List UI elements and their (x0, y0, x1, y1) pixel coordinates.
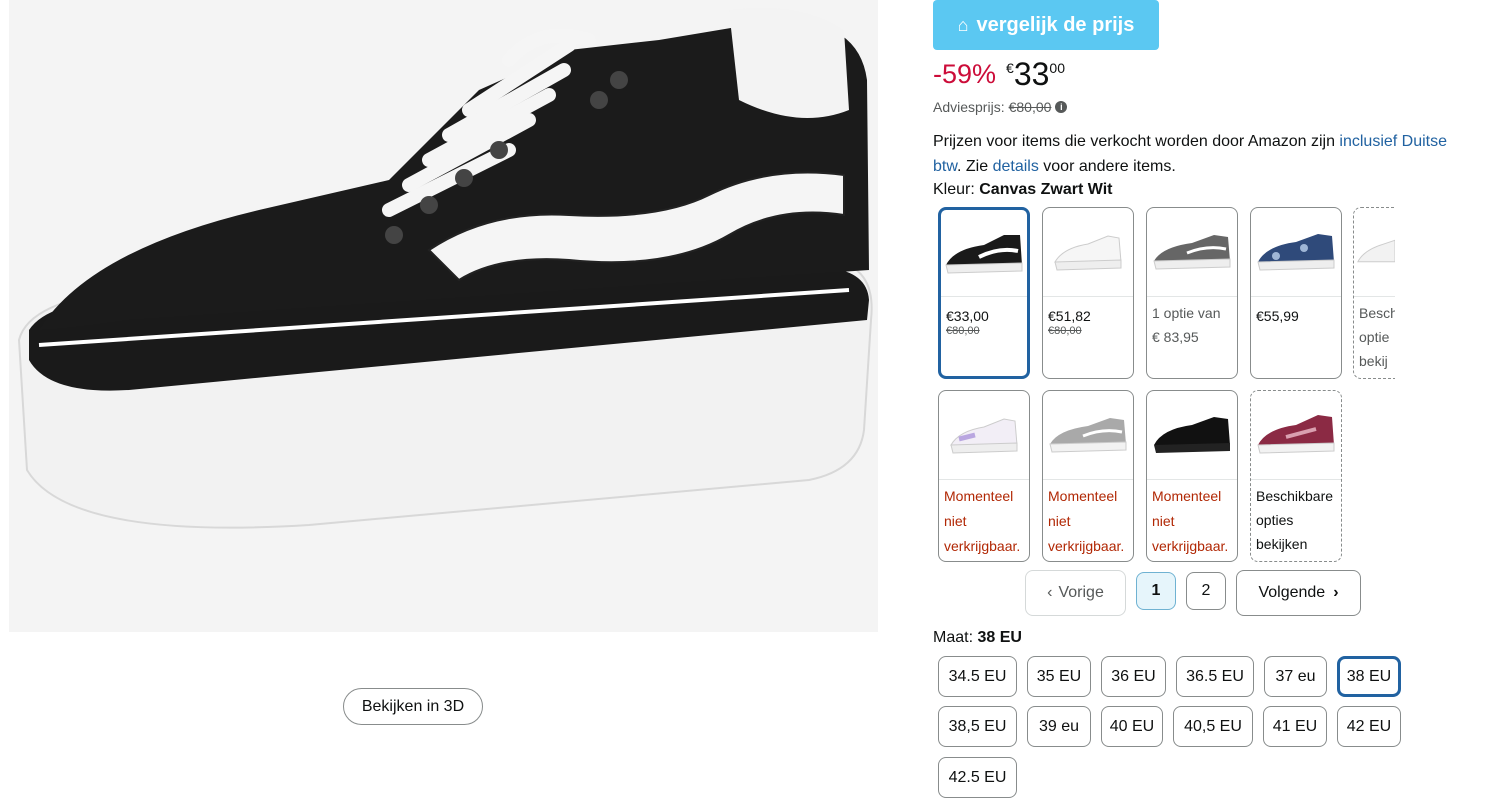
price-fraction: 00 (1049, 60, 1065, 76)
chevron-right-icon: › (1333, 584, 1339, 601)
vat-notice: Prijzen voor items die verkocht worden d… (933, 129, 1473, 179)
vat-text-1: Prijzen voor items die verkocht worden d… (933, 133, 1340, 150)
swatch-option-price: € 83,95 (1152, 329, 1199, 345)
pagination-next-button[interactable]: Volgende › (1236, 570, 1361, 616)
next-label: Volgende (1258, 584, 1326, 601)
prev-label: Vorige (1058, 584, 1104, 601)
swatch-strike-price: €80,00 (946, 325, 980, 337)
compare-price-label: vergelijk de prijs (976, 13, 1135, 36)
size-option[interactable]: 38,5 EU (938, 706, 1017, 747)
pagination-page-1[interactable]: 1 (1136, 572, 1176, 610)
swatch-price: €51,82 (1048, 308, 1091, 324)
swatch-price: €55,99 (1256, 308, 1299, 324)
swatch-thumbnail (1251, 391, 1341, 480)
price-currency: € (1006, 60, 1014, 76)
color-swatch[interactable]: Besch optie bekij (1353, 207, 1395, 379)
view-in-3d-button[interactable]: Bekijken in 3D (343, 688, 483, 725)
color-swatch[interactable]: Momenteel niet verkrijgbaar. (1042, 390, 1134, 562)
size-option[interactable]: 39 eu (1027, 706, 1091, 747)
vat-text-3: voor andere items. (1038, 158, 1176, 175)
swatch-thumbnail (1251, 208, 1341, 297)
discount-percent: -59% (933, 59, 997, 89)
swatch-option-text: 1 optie van (1152, 305, 1221, 321)
swatch-text: bekijken (1256, 536, 1308, 552)
price-whole: 33 (1013, 56, 1050, 92)
price-block: -59% € 33 00 (933, 56, 1065, 93)
swatch-thumbnail (941, 210, 1027, 297)
swatch-unavailable: Momenteel (944, 488, 1014, 504)
chevron-left-icon: ‹ (1047, 584, 1053, 601)
swatch-unavailable: Momenteel (1152, 488, 1222, 504)
swatch-unavailable: verkrijgbaar. (1152, 538, 1229, 554)
list-price: Adviesprijs: €80,00 i (933, 99, 1068, 115)
size-option[interactable]: 36 EU (1101, 656, 1166, 697)
swatch-unavailable: verkrijgbaar. (944, 538, 1021, 554)
swatch-unavailable: niet (944, 513, 967, 529)
list-price-label: Adviesprijs: (933, 99, 1005, 115)
size-option[interactable]: 41 EU (1263, 706, 1327, 747)
size-option[interactable]: 40 EU (1101, 706, 1163, 747)
color-label: Kleur: Canvas Zwart Wit (933, 181, 1112, 199)
color-swatch[interactable]: €55,99 (1250, 207, 1342, 379)
swatch-unavailable: Momenteel (1048, 488, 1118, 504)
main-product-image[interactable] (9, 0, 878, 632)
swatch-unavailable: niet (1152, 513, 1175, 529)
size-option[interactable]: 42 EU (1337, 706, 1401, 747)
compare-icon: ⌂ (957, 14, 969, 35)
compare-price-button[interactable]: ⌂ vergelijk de prijs (933, 0, 1159, 50)
vat-text-2: . Zie (957, 158, 993, 175)
swatch-thumbnail (1147, 391, 1237, 480)
size-option[interactable]: 42.5 EU (938, 757, 1017, 798)
size-label-text: Maat: (933, 629, 978, 646)
swatch-thumbnail (1043, 391, 1133, 480)
color-swatch[interactable]: 1 optie van € 83,95 (1146, 207, 1238, 379)
list-price-value: €80,00 (1008, 99, 1052, 115)
color-swatch[interactable]: Momenteel niet verkrijgbaar. (938, 390, 1030, 562)
size-option[interactable]: 40,5 EU (1173, 706, 1253, 747)
swatch-thumbnail (1043, 208, 1133, 297)
swatch-strike-price: €80,00 (1048, 325, 1082, 337)
swatch-unavailable: niet (1048, 513, 1071, 529)
pagination-prev-button[interactable]: ‹ Vorige (1025, 570, 1126, 616)
swatch-text: bekij (1359, 353, 1388, 369)
size-option[interactable]: 34.5 EU (938, 656, 1017, 697)
color-selected-value: Canvas Zwart Wit (979, 181, 1113, 198)
info-icon[interactable]: i (1055, 101, 1068, 113)
size-option[interactable]: 35 EU (1027, 656, 1091, 697)
color-swatch[interactable]: Momenteel niet verkrijgbaar. (1146, 390, 1238, 562)
swatch-text: Besch (1359, 305, 1395, 321)
swatch-text: opties (1256, 512, 1294, 528)
swatch-text: Beschikbare (1256, 488, 1334, 504)
color-label-text: Kleur: (933, 181, 980, 198)
pagination-page-2[interactable]: 2 (1186, 572, 1226, 610)
details-link[interactable]: details (993, 158, 1039, 175)
size-selected-value: 38 EU (977, 629, 1022, 646)
size-label: Maat: 38 EU (933, 629, 1022, 647)
size-option[interactable]: 37 eu (1264, 656, 1327, 697)
swatch-price: €33,00 (946, 308, 989, 324)
color-swatch[interactable]: Beschikbare opties bekijken (1250, 390, 1342, 562)
swatch-thumbnail (1147, 208, 1237, 297)
color-swatch[interactable]: €33,00 €80,00 (938, 207, 1030, 379)
swatch-text: optie (1359, 329, 1390, 345)
size-option-selected[interactable]: 38 EU (1337, 656, 1401, 697)
color-swatch[interactable]: €51,82 €80,00 (1042, 207, 1134, 379)
swatch-thumbnail (1354, 208, 1395, 297)
size-option[interactable]: 36.5 EU (1176, 656, 1254, 697)
swatch-thumbnail (939, 391, 1029, 480)
swatch-unavailable: verkrijgbaar. (1048, 538, 1125, 554)
